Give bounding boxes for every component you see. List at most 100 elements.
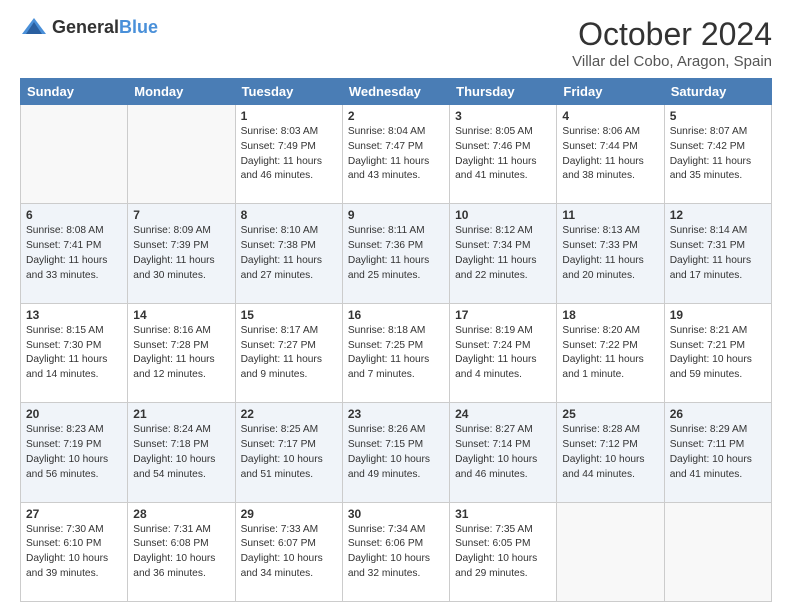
day-info: Sunrise: 8:03 AMSunset: 7:49 PMDaylight:…	[241, 125, 337, 184]
day-info: Sunrise: 8:26 AMSunset: 7:15 PMDaylight:…	[348, 423, 444, 482]
day-number: 10	[455, 208, 551, 222]
day-cell: 8 Sunrise: 8:10 AMSunset: 7:38 PMDaylight…	[235, 204, 342, 303]
day-number: 25	[562, 407, 658, 421]
day-cell: 17 Sunrise: 8:19 AMSunset: 7:24 PMDayligh…	[450, 303, 557, 402]
header: GeneralBlue October 2024 Villar del Cobo…	[20, 16, 772, 70]
day-cell: 12 Sunrise: 8:14 AMSunset: 7:31 PMDayligh…	[664, 204, 771, 303]
day-cell	[664, 502, 771, 601]
day-number: 22	[241, 407, 337, 421]
day-cell: 5 Sunrise: 8:07 AMSunset: 7:42 PMDaylight…	[664, 105, 771, 204]
week-row-5: 27Sunrise: 7:30 AMSunset: 6:10 PMDayligh…	[21, 502, 772, 601]
day-number: 3	[455, 109, 551, 123]
day-info: Sunrise: 8:18 AMSunset: 7:25 PMDaylight:…	[348, 324, 444, 383]
day-number: 17	[455, 308, 551, 322]
logo-text: GeneralBlue	[52, 17, 158, 38]
day-info: Sunrise: 8:08 AMSunset: 7:41 PMDaylight:…	[26, 224, 122, 283]
day-cell: 30 Sunrise: 7:34 AMSunset: 6:06 PMDayligh…	[342, 502, 449, 601]
day-cell: 9 Sunrise: 8:11 AMSunset: 7:36 PMDaylight…	[342, 204, 449, 303]
day-number: 16	[348, 308, 444, 322]
day-number: 7	[133, 208, 229, 222]
day-number: 21	[133, 407, 229, 421]
day-cell: 19 Sunrise: 8:21 AMSunset: 7:21 PMDayligh…	[664, 303, 771, 402]
day-cell	[557, 502, 664, 601]
day-number: 11	[562, 208, 658, 222]
calendar-page: GeneralBlue October 2024 Villar del Cobo…	[0, 0, 792, 612]
day-cell: 11 Sunrise: 8:13 AMSunset: 7:33 PMDayligh…	[557, 204, 664, 303]
day-cell: 21 Sunrise: 8:24 AMSunset: 7:18 PMDayligh…	[128, 403, 235, 502]
calendar-table: SundayMondayTuesdayWednesdayThursdayFrid…	[20, 78, 772, 602]
day-info: Sunrise: 8:13 AMSunset: 7:33 PMDaylight:…	[562, 224, 658, 283]
col-header-sunday: Sunday	[21, 79, 128, 105]
week-row-1: 1 Sunrise: 8:03 AMSunset: 7:49 PMDaylight…	[21, 105, 772, 204]
day-cell	[128, 105, 235, 204]
day-number: 19	[670, 308, 766, 322]
col-header-monday: Monday	[128, 79, 235, 105]
week-row-3: 13Sunrise: 8:15 AMSunset: 7:30 PMDayligh…	[21, 303, 772, 402]
day-info: Sunrise: 8:14 AMSunset: 7:31 PMDaylight:…	[670, 224, 766, 283]
day-info: Sunrise: 7:35 AMSunset: 6:05 PMDaylight:…	[455, 523, 551, 582]
day-cell: 14Sunrise: 8:16 AMSunset: 7:28 PMDayligh…	[128, 303, 235, 402]
day-cell: 16 Sunrise: 8:18 AMSunset: 7:25 PMDayligh…	[342, 303, 449, 402]
col-header-tuesday: Tuesday	[235, 79, 342, 105]
week-row-4: 20 Sunrise: 8:23 AMSunset: 7:19 PMDayligh…	[21, 403, 772, 502]
day-cell: 18Sunrise: 8:20 AMSunset: 7:22 PMDayligh…	[557, 303, 664, 402]
day-number: 29	[241, 507, 337, 521]
day-info: Sunrise: 8:05 AMSunset: 7:46 PMDaylight:…	[455, 125, 551, 184]
day-cell: 31Sunrise: 7:35 AMSunset: 6:05 PMDayligh…	[450, 502, 557, 601]
day-info: Sunrise: 7:33 AMSunset: 6:07 PMDaylight:…	[241, 523, 337, 582]
day-info: Sunrise: 7:31 AMSunset: 6:08 PMDaylight:…	[133, 523, 229, 582]
day-cell: 26Sunrise: 8:29 AMSunset: 7:11 PMDayligh…	[664, 403, 771, 502]
day-number: 28	[133, 507, 229, 521]
day-number: 20	[26, 407, 122, 421]
day-info: Sunrise: 8:27 AMSunset: 7:14 PMDaylight:…	[455, 423, 551, 482]
col-header-friday: Friday	[557, 79, 664, 105]
day-info: Sunrise: 8:23 AMSunset: 7:19 PMDaylight:…	[26, 423, 122, 482]
day-info: Sunrise: 8:25 AMSunset: 7:17 PMDaylight:…	[241, 423, 337, 482]
day-info: Sunrise: 7:30 AMSunset: 6:10 PMDaylight:…	[26, 523, 122, 582]
day-cell: 7 Sunrise: 8:09 AMSunset: 7:39 PMDaylight…	[128, 204, 235, 303]
day-cell: 22 Sunrise: 8:25 AMSunset: 7:17 PMDayligh…	[235, 403, 342, 502]
col-header-saturday: Saturday	[664, 79, 771, 105]
day-cell: 1 Sunrise: 8:03 AMSunset: 7:49 PMDaylight…	[235, 105, 342, 204]
day-cell	[21, 105, 128, 204]
day-number: 24	[455, 407, 551, 421]
day-number: 8	[241, 208, 337, 222]
day-info: Sunrise: 8:04 AMSunset: 7:47 PMDaylight:…	[348, 125, 444, 184]
day-number: 5	[670, 109, 766, 123]
day-info: Sunrise: 7:34 AMSunset: 6:06 PMDaylight:…	[348, 523, 444, 582]
day-number: 2	[348, 109, 444, 123]
day-number: 1	[241, 109, 337, 123]
day-cell: 27Sunrise: 7:30 AMSunset: 6:10 PMDayligh…	[21, 502, 128, 601]
day-number: 12	[670, 208, 766, 222]
day-number: 26	[670, 407, 766, 421]
day-number: 9	[348, 208, 444, 222]
day-info: Sunrise: 8:09 AMSunset: 7:39 PMDaylight:…	[133, 224, 229, 283]
day-info: Sunrise: 8:24 AMSunset: 7:18 PMDaylight:…	[133, 423, 229, 482]
day-info: Sunrise: 8:28 AMSunset: 7:12 PMDaylight:…	[562, 423, 658, 482]
location: Villar del Cobo, Aragon, Spain	[572, 53, 772, 70]
day-cell: 24 Sunrise: 8:27 AMSunset: 7:14 PMDayligh…	[450, 403, 557, 502]
day-number: 18	[562, 308, 658, 322]
day-info: Sunrise: 8:12 AMSunset: 7:34 PMDaylight:…	[455, 224, 551, 283]
day-info: Sunrise: 8:06 AMSunset: 7:44 PMDaylight:…	[562, 125, 658, 184]
title-section: October 2024 Villar del Cobo, Aragon, Sp…	[572, 16, 772, 70]
day-number: 13	[26, 308, 122, 322]
day-info: Sunrise: 8:11 AMSunset: 7:36 PMDaylight:…	[348, 224, 444, 283]
logo: GeneralBlue	[20, 16, 158, 38]
month-title: October 2024	[572, 16, 772, 53]
day-number: 4	[562, 109, 658, 123]
day-cell: 25 Sunrise: 8:28 AMSunset: 7:12 PMDayligh…	[557, 403, 664, 502]
day-info: Sunrise: 8:16 AMSunset: 7:28 PMDaylight:…	[133, 324, 229, 383]
day-number: 15	[241, 308, 337, 322]
day-cell: 2 Sunrise: 8:04 AMSunset: 7:47 PMDaylight…	[342, 105, 449, 204]
day-info: Sunrise: 8:10 AMSunset: 7:38 PMDaylight:…	[241, 224, 337, 283]
day-number: 23	[348, 407, 444, 421]
day-info: Sunrise: 8:21 AMSunset: 7:21 PMDaylight:…	[670, 324, 766, 383]
day-info: Sunrise: 8:07 AMSunset: 7:42 PMDaylight:…	[670, 125, 766, 184]
day-cell: 29 Sunrise: 7:33 AMSunset: 6:07 PMDayligh…	[235, 502, 342, 601]
day-cell: 3 Sunrise: 8:05 AMSunset: 7:46 PMDaylight…	[450, 105, 557, 204]
day-number: 30	[348, 507, 444, 521]
day-cell: 13Sunrise: 8:15 AMSunset: 7:30 PMDayligh…	[21, 303, 128, 402]
day-info: Sunrise: 8:19 AMSunset: 7:24 PMDaylight:…	[455, 324, 551, 383]
week-row-2: 6Sunrise: 8:08 AMSunset: 7:41 PMDaylight…	[21, 204, 772, 303]
